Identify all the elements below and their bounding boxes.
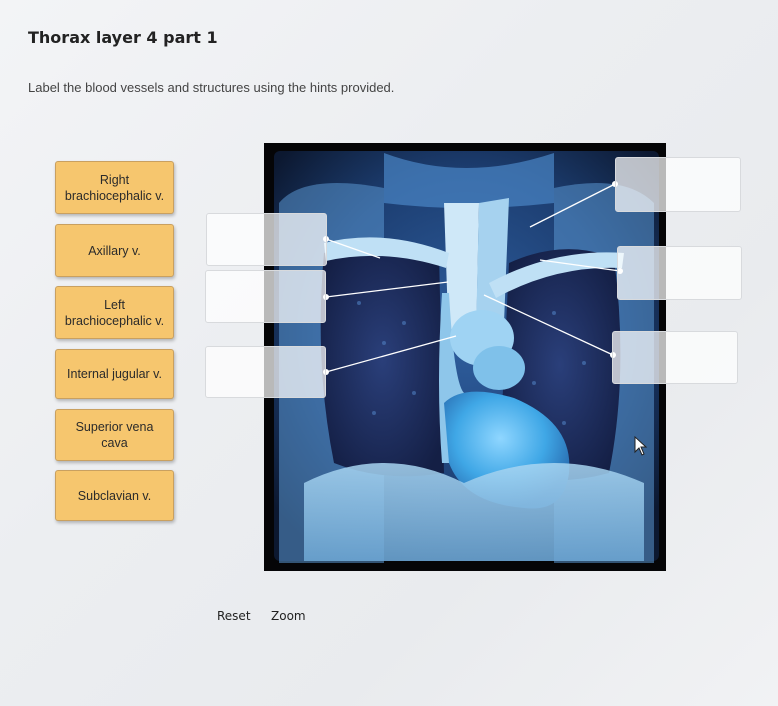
label-tile-right-brachiocephalic[interactable]: Right brachiocephalic v. (55, 161, 174, 214)
reset-button[interactable]: Reset (217, 609, 251, 623)
label-tile-superior-vena-cava[interactable]: Superior vena cava (55, 409, 174, 461)
label-tile-text: Internal jugular v. (67, 367, 162, 381)
page-title: Thorax layer 4 part 1 (28, 28, 218, 47)
drop-target-right-3[interactable] (612, 331, 738, 384)
label-tile-axillary[interactable]: Axillary v. (55, 224, 174, 277)
drop-target-left-3[interactable] (205, 346, 326, 398)
mouse-pointer-icon (634, 436, 648, 456)
label-tile-text: Superior vena cava (75, 420, 154, 450)
label-tile-internal-jugular[interactable]: Internal jugular v. (55, 349, 174, 399)
label-tile-subclavian[interactable]: Subclavian v. (55, 470, 174, 521)
zoom-button[interactable]: Zoom (271, 609, 306, 623)
label-tile-text: Right brachiocephalic v. (64, 172, 165, 203)
label-tile-text: Left brachiocephalic v. (64, 297, 165, 328)
label-tile-left-brachiocephalic[interactable]: Left brachiocephalic v. (55, 286, 174, 339)
instructions-text: Label the blood vessels and structures u… (28, 80, 395, 95)
label-tile-text: Subclavian v. (77, 488, 152, 503)
label-tile-text: Axillary v. (88, 243, 141, 258)
drop-target-left-2[interactable] (205, 270, 326, 323)
drop-target-right-1[interactable] (615, 157, 741, 212)
drop-target-right-2[interactable] (617, 246, 742, 300)
drop-target-left-1[interactable] (206, 213, 327, 266)
